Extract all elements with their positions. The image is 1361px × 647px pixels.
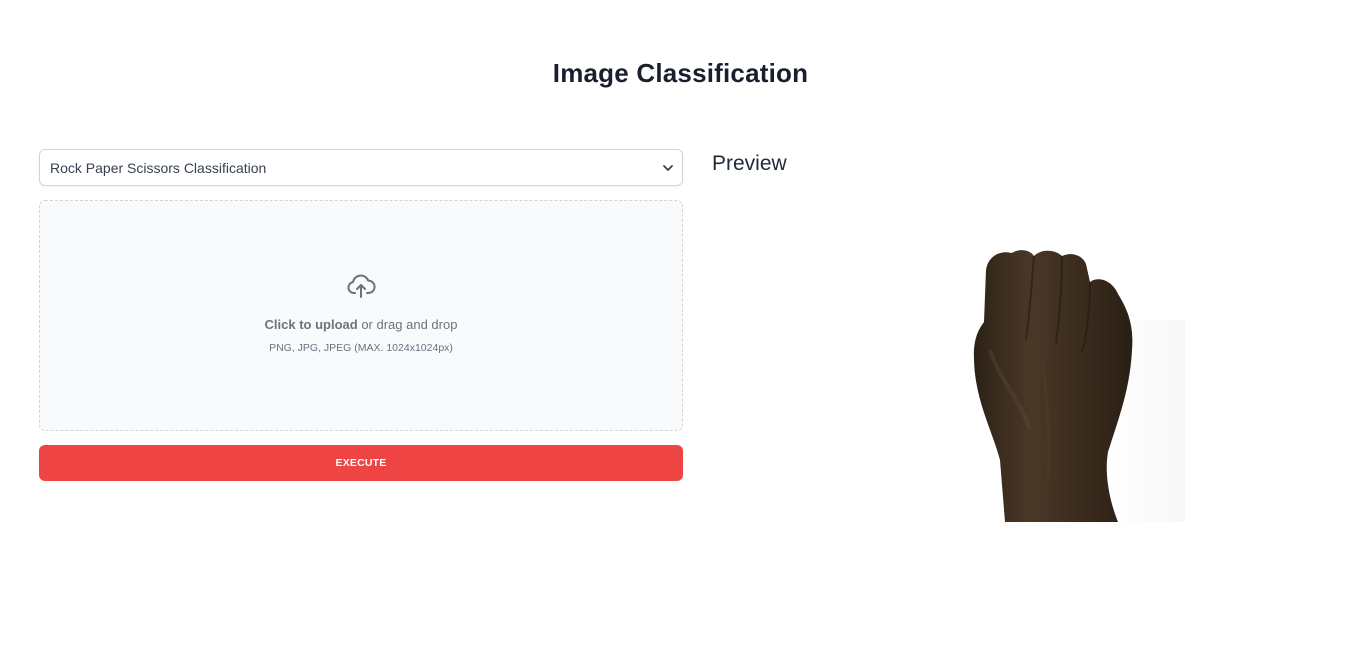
- preview-image: [973, 250, 1185, 522]
- cloud-upload-icon: [347, 274, 376, 298]
- upload-dropzone[interactable]: Click to upload or drag and drop PNG, JP…: [39, 200, 683, 431]
- execute-button[interactable]: EXECUTE: [39, 445, 683, 481]
- page-title: Image Classification: [552, 58, 809, 88]
- drag-drop-text: or drag and drop: [357, 317, 458, 332]
- preview-heading: Preview: [712, 152, 787, 175]
- click-to-upload-link[interactable]: Click to upload: [265, 317, 358, 332]
- chevron-down-icon: [663, 165, 673, 171]
- model-select-value: Rock Paper Scissors Classification: [50, 159, 267, 176]
- model-select-dropdown[interactable]: Rock Paper Scissors Classification: [39, 149, 683, 186]
- upload-file-hint: PNG, JPG, JPEG (MAX. 1024x1024px): [269, 342, 453, 354]
- upload-instructions: Click to upload or drag and drop: [40, 317, 682, 332]
